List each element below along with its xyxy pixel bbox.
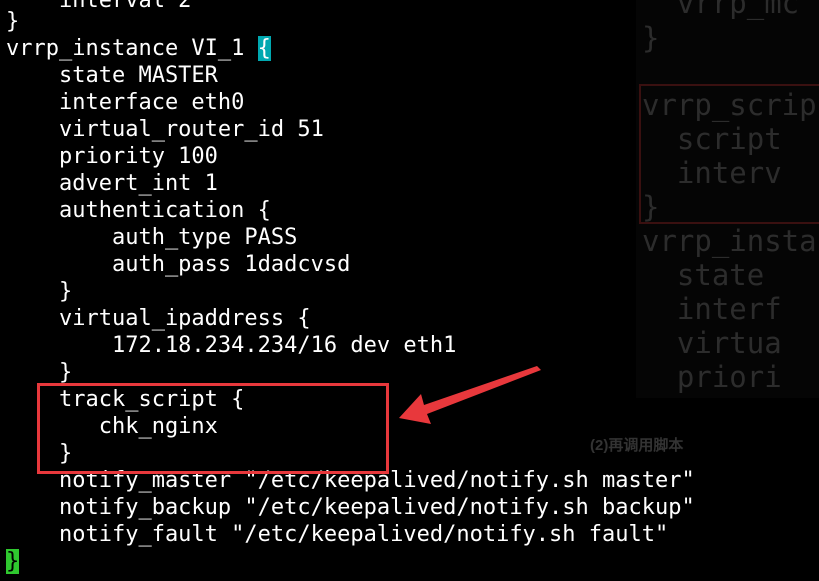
annotation-highlight-box xyxy=(37,383,389,474)
bg-line: vrrp_mc xyxy=(642,0,800,20)
code-line: } xyxy=(6,279,73,304)
code-line: } xyxy=(6,360,73,385)
code-line: priority 100 xyxy=(6,144,218,169)
code-line: auth_type PASS xyxy=(6,225,298,250)
code-line: interval 2 xyxy=(6,0,192,13)
code-line: state MASTER xyxy=(6,63,218,88)
code-line: vrrp_instance VI_1 { xyxy=(6,35,271,62)
background-highlight-box xyxy=(639,84,819,224)
code-line: advert_int 1 xyxy=(6,171,218,196)
bracket-match-cursor: { xyxy=(257,36,271,61)
bg-line: virtua xyxy=(642,326,782,360)
code-line: authentication { xyxy=(6,198,271,223)
annotation-arrow-icon xyxy=(399,366,541,424)
bg-line: interf xyxy=(642,292,782,326)
code-line: notify_fault "/etc/keepalived/notify.sh … xyxy=(6,522,669,547)
code-line: virtual_router_id 51 xyxy=(6,117,324,142)
bg-line: } xyxy=(642,21,660,55)
bg-line: vrrp_insta xyxy=(642,224,817,258)
code-line: interface eth0 xyxy=(6,90,245,115)
code-line: notify_backup "/etc/keepalived/notify.sh… xyxy=(6,495,695,520)
bg-line: state xyxy=(642,258,765,292)
code-line: 172.18.234.234/16 dev eth1 xyxy=(6,333,457,358)
code-line: } xyxy=(6,9,20,34)
bg-line: priori xyxy=(642,360,782,394)
text-cursor: } xyxy=(6,549,20,574)
code-line: auth_pass 1dadcvsd xyxy=(6,252,351,277)
code-line: virtual_ipaddress { xyxy=(6,306,311,331)
code-line: } xyxy=(6,548,20,575)
annotation-caption: (2)再调用脚本 xyxy=(590,437,684,454)
code-text: vrrp_instance VI_1 xyxy=(6,36,258,61)
